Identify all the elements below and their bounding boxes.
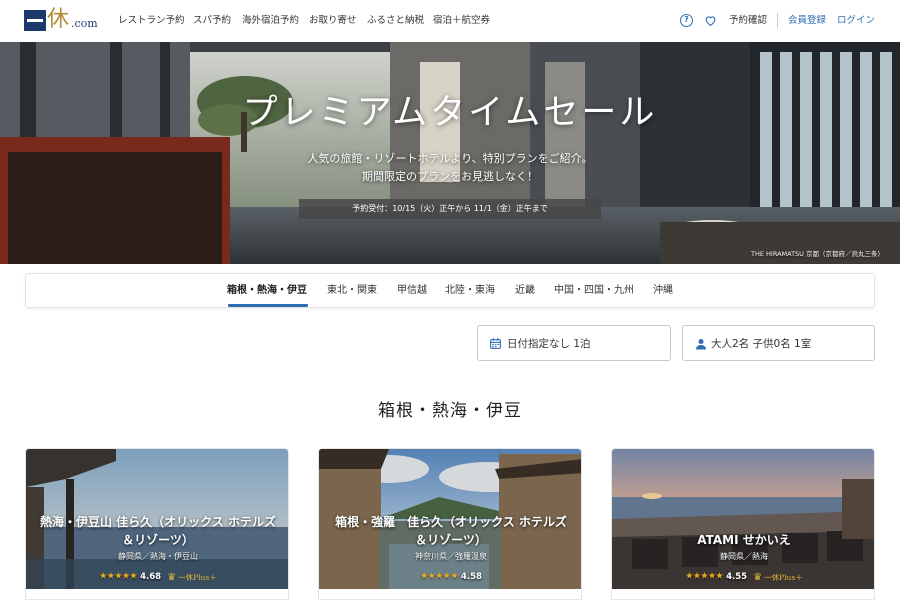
tab-okinawa[interactable]: 沖縄 — [653, 284, 673, 298]
ikyu-plus-label: 一休Plus＋ — [764, 573, 803, 582]
site-header: 休 .com レストラン予約 スパ予約 海外宿泊予約 お取り寄せ ふるさと納税 … — [0, 0, 900, 42]
rating-stars: ★★★★★ — [420, 571, 458, 582]
card-footer — [612, 589, 874, 599]
tab-chugoku-shikoku-kyushu[interactable]: 中国・四国・九州 — [554, 284, 634, 298]
hotel-area: 静岡県／熱海 — [720, 552, 768, 561]
card-footer — [319, 589, 581, 599]
tab-hokuriku-tokai[interactable]: 北陸・東海 — [445, 284, 495, 298]
hero-banner[interactable]: プレミアムタイムセール 人気の旅館・リゾートホテルより、特別プランをご紹介。 期… — [0, 42, 900, 264]
section-title: 箱根・熱海・伊豆 — [378, 401, 522, 421]
hotel-name-line1: 熱海・伊豆山 佳ら久（オリックス ホテルズ — [40, 515, 276, 529]
crown-icon: ♛ — [753, 572, 763, 583]
rating-score: 4.68 — [140, 571, 162, 582]
hotel-name-line2: ＆リゾーツ） — [415, 533, 487, 547]
rating-score: 4.58 — [460, 571, 482, 582]
logo-com: .com — [71, 17, 98, 30]
help-icon[interactable]: ? — [680, 14, 693, 27]
date-selector[interactable]: 日付指定なし 1泊 — [477, 325, 671, 361]
rating-row: ★★★★★ 4.68 ♛ 一休Plus＋ — [26, 566, 288, 584]
tab-koshinetsu[interactable]: 甲信越 — [397, 284, 427, 298]
hotel-name-line1: 箱根・強羅 佳ら久（オリックス ホテルズ — [335, 515, 567, 529]
card-footer — [26, 589, 288, 599]
header-divider — [777, 13, 778, 28]
hotel-name-line2: ＆リゾーツ） — [122, 533, 194, 547]
register-link[interactable]: 会員登録 — [788, 14, 826, 28]
tab-kinki[interactable]: 近畿 — [515, 284, 535, 298]
crown-icon: ♛ — [167, 572, 177, 583]
person-icon — [696, 339, 706, 350]
nav-restaurant[interactable]: レストラン予約 — [118, 14, 185, 28]
ikyu-plus-label: 一休Plus＋ — [178, 573, 217, 582]
site-logo[interactable]: 休 .com — [24, 7, 104, 34]
hero-title: プレミアムタイムセール — [242, 93, 658, 133]
nav-overseas[interactable]: 海外宿泊予約 — [242, 14, 299, 28]
active-tab-indicator — [228, 304, 308, 307]
heart-icon[interactable] — [704, 14, 717, 27]
guest-selector[interactable]: 大人2名 子供0名 1室 — [682, 325, 875, 361]
rating-row: ★★★★★ 4.55 ♛ 一休Plus＋ — [612, 566, 874, 584]
tab-hakone-atami-izu[interactable]: 箱根・熱海・伊豆 — [227, 284, 307, 298]
hero-subtitle-line2: 期間限定のプランをお見逃しなく！ — [362, 170, 538, 183]
nav-hotel-air[interactable]: 宿泊＋航空券 — [433, 14, 490, 28]
hotel-area: 神奈川県／強羅温泉 — [415, 552, 487, 561]
tab-tohoku-kanto[interactable]: 東北・関東 — [327, 284, 377, 298]
ikyu-plus-badge: ♛ 一休Plus＋ — [167, 567, 217, 586]
sale-period-badge: 予約受付：10/15（火）正午から 11/1（金）正午まで — [299, 199, 601, 219]
nav-spa[interactable]: スパ予約 — [193, 14, 231, 28]
date-selector-value: 日付指定なし 1泊 — [507, 338, 591, 350]
rating-stars: ★★★★★ — [99, 571, 138, 582]
logo-kanji: 休 — [47, 7, 70, 32]
ikyu-plus-badge: ♛ 一休Plus＋ — [753, 567, 803, 586]
hero-subtitle-line1: 人気の旅館・リゾートホテルより、特別プランをご紹介。 — [307, 152, 593, 165]
guest-selector-value: 大人2名 子供0名 1室 — [711, 338, 812, 350]
login-link[interactable]: ログイン — [837, 14, 875, 28]
hero-photo-caption: THE HIRAMATSU 京都（京都府／烏丸三条） — [750, 250, 884, 258]
hotel-area: 静岡県／熱海・伊豆山 — [118, 552, 198, 561]
hotel-card[interactable]: 箱根・強羅 佳ら久（オリックス ホテルズ ＆リゾーツ） 神奈川県／強羅温泉 ★★… — [318, 448, 582, 600]
reservation-confirm-link[interactable]: 予約確認 — [729, 14, 767, 28]
hotel-card[interactable]: ATAMI せかいえ 静岡県／熱海 ★★★★★ 4.55 ♛ 一休Plus＋ — [611, 448, 875, 600]
nav-furusato[interactable]: ふるさと納税 — [367, 14, 424, 28]
logo-mark — [24, 10, 46, 31]
hotel-card[interactable]: 熱海・伊豆山 佳ら久（オリックス ホテルズ ＆リゾーツ） 静岡県／熱海・伊豆山 … — [25, 448, 289, 600]
region-tabs: 箱根・熱海・伊豆 東北・関東 甲信越 北陸・東海 近畿 中国・四国・九州 沖縄 — [25, 273, 875, 308]
rating-row: ★★★★★ 4.58 — [319, 566, 581, 582]
nav-otoriyose[interactable]: お取り寄せ — [309, 14, 357, 28]
rating-stars: ★★★★★ — [685, 571, 724, 582]
rating-score: 4.55 — [726, 571, 748, 582]
calendar-icon — [490, 338, 501, 349]
hotel-name-line1: ATAMI せかいえ — [697, 533, 791, 547]
